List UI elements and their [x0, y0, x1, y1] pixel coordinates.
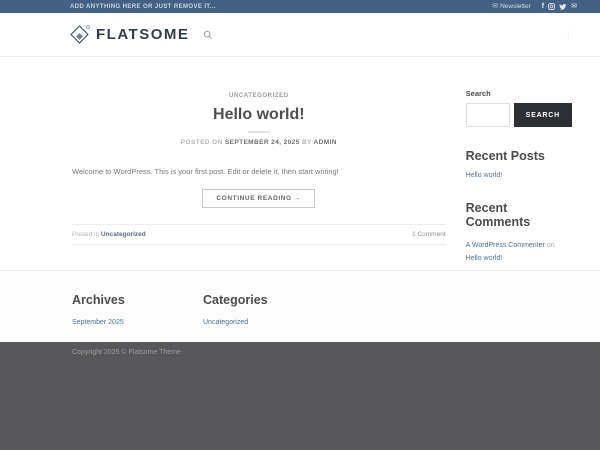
absolute-footer: Copyright 2025 © Flatsome Theme — [0, 342, 600, 450]
archives-title: Archives — [72, 293, 203, 307]
post-meta: POSTED ON SEPTEMBER 24, 2025 BY ADMIN — [72, 139, 446, 146]
footer-widgets: Archives September 2025 Categories Uncat… — [0, 270, 600, 342]
categories-title: Categories — [203, 293, 268, 307]
search-icon[interactable] — [203, 30, 213, 40]
twitter-icon[interactable] — [559, 3, 567, 10]
flatsome-diamond-icon — [70, 25, 90, 45]
continue-reading-row: CONTINUE READING → — [72, 187, 446, 208]
search-input[interactable] — [466, 103, 510, 127]
post-article: UNCATEGORIZED Hello world! POSTED ON SEP… — [72, 57, 446, 270]
continue-reading-button[interactable]: CONTINUE READING → — [202, 189, 315, 208]
topbar-right: ✉ Newsletter f ✉ — [492, 3, 577, 10]
site-logo[interactable]: FLATSOME — [70, 25, 189, 45]
recent-comments-title: Recent Comments — [466, 201, 572, 229]
recent-comment-item: A WordPress Commenter on Hello world! — [466, 239, 572, 266]
posted-in-label: Posted in — [72, 231, 101, 238]
newsletter-link[interactable]: ✉ Newsletter — [492, 3, 531, 10]
category-link[interactable]: Uncategorized — [203, 319, 268, 326]
categories-widget: Categories Uncategorized — [203, 293, 268, 342]
copyright-text: Copyright 2025 © Flatsome Theme — [72, 349, 600, 356]
meta-by: BY — [302, 139, 312, 146]
site-header: FLATSOME ·|· — [0, 13, 600, 57]
email-icon[interactable]: ✉ — [571, 3, 577, 10]
post-title[interactable]: Hello world! — [72, 106, 446, 124]
post-footer-meta: Posted in Uncategorized 1 Comment — [72, 224, 446, 245]
comment-author-link[interactable]: A WordPress Commenter — [466, 242, 545, 249]
header-secondary-icons: ·|· — [563, 30, 576, 39]
logo-text: FLATSOME — [96, 26, 189, 43]
topbar-message: ADD ANYTHING HERE OR JUST REMOVE IT... — [70, 4, 216, 10]
comments-link[interactable]: 1 Comment — [412, 231, 446, 238]
comment-connector: on — [545, 242, 555, 249]
posted-in: Posted in Uncategorized — [72, 231, 146, 238]
recent-posts-title: Recent Posts — [466, 149, 572, 163]
search-widget-label: Search — [466, 89, 572, 98]
search-widget: SEARCH — [466, 103, 572, 127]
meta-date: SEPTEMBER 24, 2025 — [225, 139, 300, 146]
top-bar: ADD ANYTHING HERE OR JUST REMOVE IT... ✉… — [0, 0, 600, 13]
post-excerpt: Welcome to WordPress. This is your first… — [72, 166, 446, 177]
posted-in-category-link[interactable]: Uncategorized — [101, 231, 146, 238]
meta-posted-on: POSTED ON — [181, 139, 223, 146]
page: ADD ANYTHING HERE OR JUST REMOVE IT... ✉… — [0, 0, 600, 450]
meta-author-link[interactable]: ADMIN — [314, 139, 337, 146]
search-submit-button[interactable]: SEARCH — [514, 103, 572, 127]
post-header: UNCATEGORIZED Hello world! POSTED ON SEP… — [72, 84, 446, 146]
newsletter-label: Newsletter — [500, 3, 531, 10]
sidebar: Search SEARCH Recent Posts Hello world! … — [466, 57, 600, 270]
recent-post-link[interactable]: Hello world! — [466, 172, 572, 179]
main-content: UNCATEGORIZED Hello world! POSTED ON SEP… — [0, 57, 600, 270]
comment-post-link[interactable]: Hello world! — [466, 252, 572, 265]
title-divider — [248, 131, 270, 133]
instagram-icon[interactable] — [548, 3, 555, 10]
envelope-icon: ✉ — [492, 3, 498, 10]
social-icons: f ✉ — [542, 3, 577, 10]
facebook-icon[interactable]: f — [542, 3, 544, 10]
post-category-link[interactable]: UNCATEGORIZED — [229, 93, 289, 99]
archives-widget: Archives September 2025 — [72, 293, 203, 342]
archive-link[interactable]: September 2025 — [72, 319, 203, 326]
